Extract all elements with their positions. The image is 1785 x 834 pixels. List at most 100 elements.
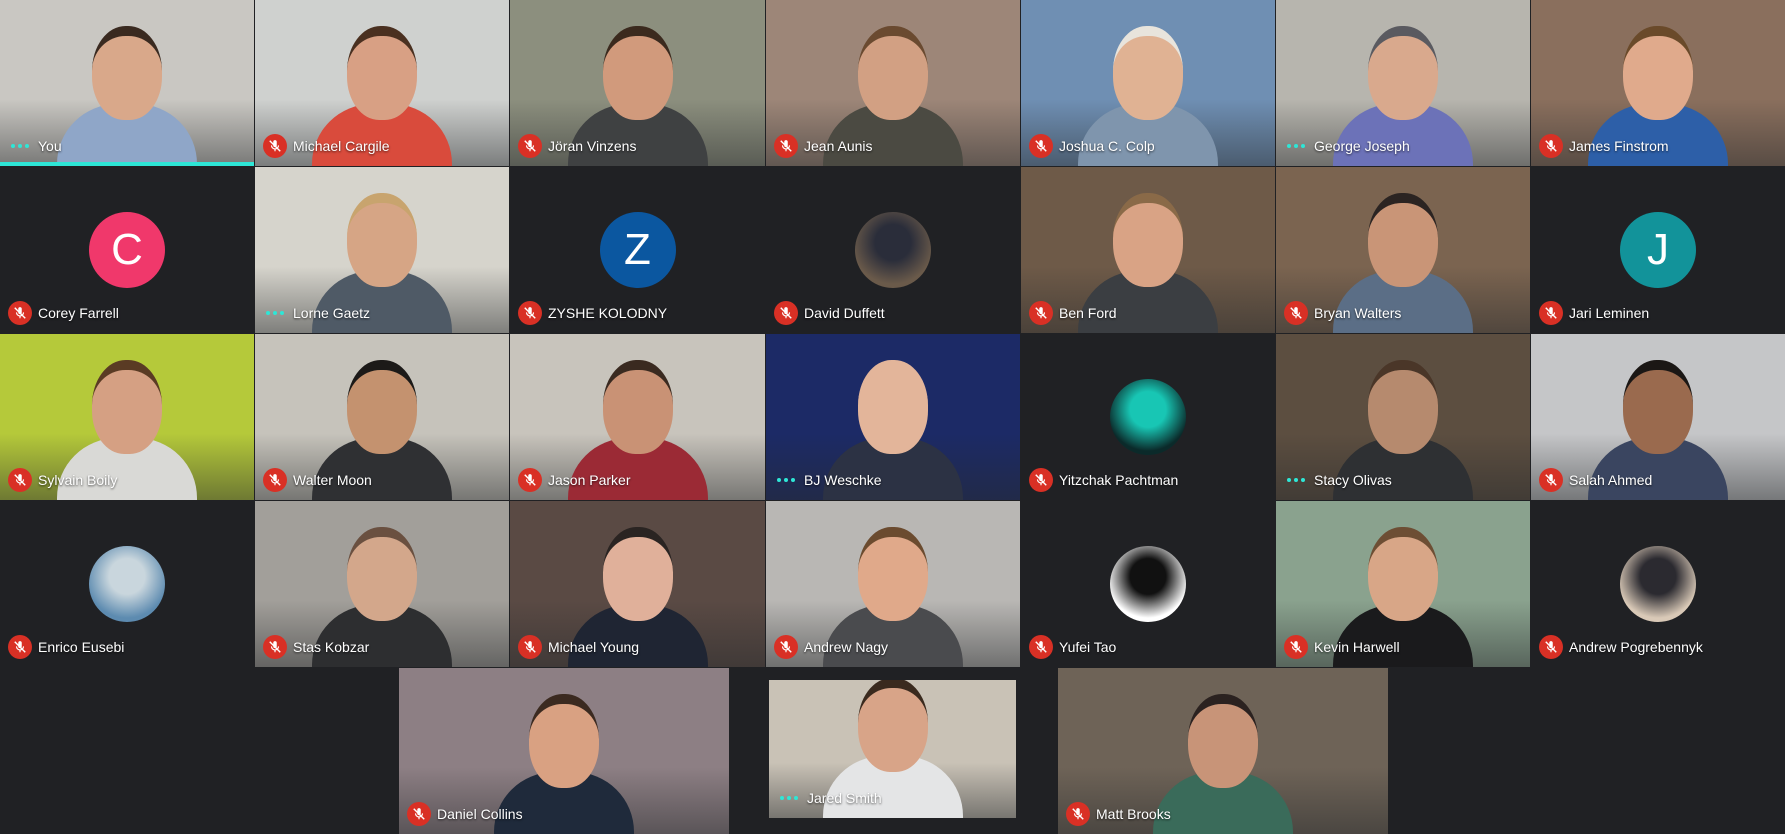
participant-tile-bryan-walters[interactable]: Bryan Walters: [1276, 167, 1530, 333]
mic-off-icon: [774, 301, 798, 325]
mic-off-icon: [8, 635, 32, 659]
mic-off-icon: [518, 468, 542, 492]
participant-name: David Duffett: [804, 305, 885, 321]
participant-tile-daniel-collins[interactable]: Daniel Collins: [399, 668, 729, 834]
participant-name: Salah Ahmed: [1569, 472, 1653, 488]
participant-tile-kevin-harwell[interactable]: Kevin Harwell: [1276, 501, 1530, 667]
name-label-bar: ZYSHE KOLODNY: [518, 301, 667, 325]
profile-photo: [1620, 546, 1696, 622]
participant-tile-david-duffett[interactable]: David Duffett: [766, 167, 1020, 333]
name-label-bar: David Duffett: [774, 301, 885, 325]
participant-tile-corey-farrell[interactable]: C Corey Farrell: [0, 167, 254, 333]
mic-off-icon: [1284, 635, 1308, 659]
name-label-bar: Jason Parker: [518, 468, 630, 492]
name-label-bar: Matt Brooks: [1066, 802, 1171, 826]
participant-name: Jari Leminen: [1569, 305, 1650, 321]
mic-off-icon: [8, 301, 32, 325]
participant-tile-george-joseph[interactable]: George Joseph: [1276, 0, 1530, 166]
participant-tile-andrew-nagy[interactable]: Andrew Nagy: [766, 501, 1020, 667]
profile-photo: [89, 546, 165, 622]
mic-off-icon: [263, 635, 287, 659]
participant-name: Matt Brooks: [1096, 806, 1171, 822]
participant-name: Michael Young: [548, 639, 640, 655]
mic-off-icon: [1539, 134, 1563, 158]
participant-tile-jason-parker[interactable]: Jason Parker: [510, 334, 765, 500]
mic-off-icon: [774, 635, 798, 659]
participant-tile-ben-ford[interactable]: Ben Ford: [1021, 167, 1275, 333]
mic-off-icon: [518, 301, 542, 325]
participant-tile-jari-leminen[interactable]: J Jari Leminen: [1531, 167, 1785, 333]
mic-off-icon: [8, 468, 32, 492]
participant-tile-salah-ahmed[interactable]: Salah Ahmed: [1531, 334, 1785, 500]
name-label-bar: Lorne Gaetz: [263, 301, 370, 325]
name-label-bar: James Finstrom: [1539, 134, 1669, 158]
name-label-bar: Jöran Vinzens: [518, 134, 636, 158]
profile-photo: [855, 212, 931, 288]
participant-name: Andrew Pogrebennyk: [1569, 639, 1703, 655]
participant-tile-michael-young[interactable]: Michael Young: [510, 501, 765, 667]
participant-tile-stas-kobzar[interactable]: Stas Kobzar: [255, 501, 509, 667]
participant-tile-stacy-olivas[interactable]: Stacy Olivas: [1276, 334, 1530, 500]
name-label-bar: Yitzchak Pachtman: [1029, 468, 1178, 492]
participant-tile-jared-smith[interactable]: Jared Smith: [769, 680, 1016, 818]
mic-off-icon: [1029, 468, 1053, 492]
participant-tile-andrew-pogrebennyk[interactable]: Andrew Pogrebennyk: [1531, 501, 1785, 667]
name-label-bar: Salah Ahmed: [1539, 468, 1652, 492]
name-label-bar: Bryan Walters: [1284, 301, 1401, 325]
profile-photo: [1110, 379, 1186, 455]
mic-off-icon: [263, 134, 287, 158]
participant-tile-walter-moon[interactable]: Walter Moon: [255, 334, 509, 500]
mic-off-icon: [1029, 134, 1053, 158]
participant-name: Joshua C. Colp: [1059, 138, 1155, 154]
participant-name: Corey Farrell: [38, 305, 119, 321]
avatar: J: [1620, 212, 1696, 288]
participant-name: Andrew Nagy: [804, 639, 889, 655]
participant-name: Stacy Olivas: [1314, 472, 1392, 488]
participant-name: Daniel Collins: [437, 806, 523, 822]
participant-tile-yufei-tao[interactable]: Yufei Tao: [1021, 501, 1275, 667]
speaking-indicator-icon: [263, 301, 287, 325]
participant-tile-zyshe-kolodny[interactable]: Z ZYSHE KOLODNY: [510, 167, 765, 333]
participant-tile-j-ran-vinzens[interactable]: Jöran Vinzens: [510, 0, 765, 166]
participant-tile-james-finstrom[interactable]: James Finstrom: [1531, 0, 1785, 166]
name-label-bar: George Joseph: [1284, 134, 1410, 158]
participant-figure: [1153, 694, 1293, 834]
participant-tile-bj-weschke[interactable]: BJ Weschke: [766, 334, 1020, 500]
participant-name: Walter Moon: [293, 472, 372, 488]
mic-off-icon: [407, 802, 431, 826]
participant-tile-jean-aunis[interactable]: Jean Aunis: [766, 0, 1020, 166]
name-label-bar: Jean Aunis: [774, 134, 873, 158]
speaking-indicator-icon: [1284, 134, 1308, 158]
mic-off-icon: [1539, 468, 1563, 492]
participant-name: Yufei Tao: [1059, 639, 1117, 655]
participant-tile-yitzchak-pachtman[interactable]: Yitzchak Pachtman: [1021, 334, 1275, 500]
mic-off-icon: [1029, 301, 1053, 325]
mic-off-icon: [518, 635, 542, 659]
participant-tile-michael-cargile[interactable]: Michael Cargile: [255, 0, 509, 166]
name-label-bar: Kevin Harwell: [1284, 635, 1400, 659]
participant-tile-joshua-c-colp[interactable]: Joshua C. Colp: [1021, 0, 1275, 166]
participant-tile-sylvain-boily[interactable]: Sylvain Boily: [0, 334, 254, 500]
name-label-bar: Yufei Tao: [1029, 635, 1116, 659]
participant-name: Lorne Gaetz: [293, 305, 371, 321]
name-label-bar: Ben Ford: [1029, 301, 1117, 325]
name-label-bar: Michael Cargile: [263, 134, 389, 158]
speaking-indicator-icon: [1284, 468, 1308, 492]
participant-name: James Finstrom: [1569, 138, 1669, 154]
name-label-bar: Jari Leminen: [1539, 301, 1649, 325]
participant-name: Enrico Eusebi: [38, 639, 125, 655]
participant-tile-you[interactable]: You: [0, 0, 254, 166]
participant-name: Michael Cargile: [293, 138, 390, 154]
participant-tile-lorne-gaetz[interactable]: Lorne Gaetz: [255, 167, 509, 333]
participant-name: Sylvain Boily: [38, 472, 118, 488]
mic-off-icon: [774, 134, 798, 158]
participant-tile-enrico-eusebi[interactable]: Enrico Eusebi: [0, 501, 254, 667]
name-label-bar: BJ Weschke: [774, 468, 882, 492]
speaking-indicator-icon: [777, 786, 801, 810]
mic-off-icon: [518, 134, 542, 158]
name-label-bar: Enrico Eusebi: [8, 635, 124, 659]
participant-tile-matt-brooks[interactable]: Matt Brooks: [1058, 668, 1388, 834]
participant-name: BJ Weschke: [804, 472, 882, 488]
name-label-bar: You: [8, 134, 62, 158]
participant-grid: You Michael Cargile Jöran Vinzens Jean Auni…: [0, 0, 1785, 834]
